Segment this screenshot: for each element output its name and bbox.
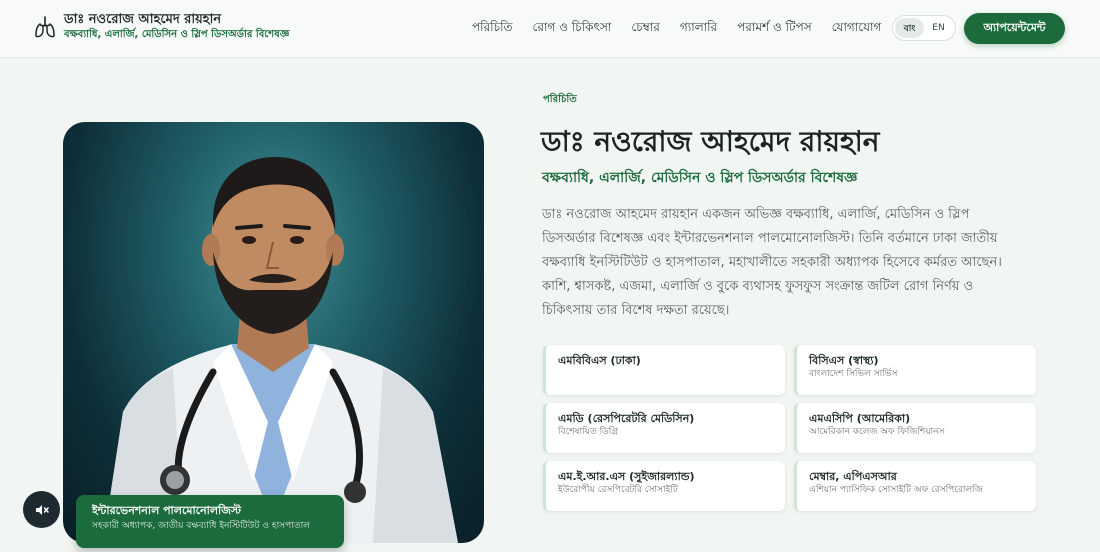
- qualification-card: এমডি (রেসপিরেটরি মেডিসিন) বিশেষায়িত ডিগ…: [543, 403, 785, 453]
- section-eyebrow: পরিচিতি: [543, 94, 577, 105]
- qualification-card: এমএসিপি (আমেরিকা) আমেরিকান কলেজ অফ ফিজিশ…: [794, 403, 1036, 453]
- qualification-title: এমডি (রেসপিরেটরি মেডিসিন): [558, 412, 695, 425]
- main-nav: পরিচিতি রোগ ও চিকিৎসা চেম্বার গ্যালারি প…: [472, 19, 901, 39]
- lang-bangla-button[interactable]: বাং: [895, 18, 924, 38]
- qualification-card: বিসিএস (স্বাস্থ্য) বাংলাদেশ সিভিল সার্ভি…: [794, 345, 1036, 395]
- badge-title: ইন্টারভেনশনাল পালমোনোলজিস্ট: [92, 504, 242, 517]
- doctor-bio: ডাঃ নওরোজ আহমেদ রায়হান একজন অভিজ্ঞ বক্ষ…: [542, 207, 1002, 318]
- qualification-title: এমএসিপি (আমেরিকা): [809, 412, 911, 425]
- qualification-subtitle: বিশেষায়িত ডিগ্রি: [558, 427, 619, 437]
- doctor-name: ডাঃ নওরোজ আহমেদ রায়হান: [541, 125, 880, 158]
- specialty-badge: ইন্টারভেনশনাল পালমোনোলজিস্ট সহকারী অধ্যা…: [76, 495, 344, 548]
- qualification-title: এমবিবিএস (ঢাকা): [558, 354, 641, 367]
- site-header: ডাঃ নওরোজ আহমেদ রায়হান বক্ষব্যাধি, এলার…: [0, 0, 1100, 58]
- nav-item-tips[interactable]: পরামর্শ ও টিপস: [737, 19, 812, 39]
- qualification-title: মেম্বার, এপিএসআর: [809, 470, 897, 483]
- nav-item-gallery[interactable]: গ্যালারি: [680, 19, 717, 39]
- qualification-subtitle: আমেরিকান কলেজ অফ ফিজিশিয়ানস: [809, 427, 945, 437]
- qualification-subtitle: বাংলাদেশ সিভিল সার্ভিস: [809, 369, 898, 379]
- qualification-card: এম.ই.আর.এস (সুইজারল্যান্ড) ইউরোপীয় রেসপ…: [543, 461, 785, 511]
- appointment-button[interactable]: অ্যাপয়েন্টমেন্ট: [964, 13, 1065, 44]
- brand-title: ডাঃ নওরোজ আহমেদ রায়হান: [64, 12, 222, 27]
- nav-item-about[interactable]: পরিচিতি: [472, 19, 513, 39]
- language-toggle: বাং EN: [892, 15, 956, 41]
- doctor-photo: [63, 122, 484, 543]
- doctor-specialty: বক্ষব্যাধি, এলার্জি, মেডিসিন ও স্লিপ ডিস…: [542, 170, 858, 186]
- speaker-muted-icon: [35, 504, 49, 515]
- lungs-icon: [35, 16, 55, 38]
- qualification-subtitle: এশিয়ান প্যাসিফিক সোসাইটি অফ রেসপিরোলজি: [809, 485, 983, 495]
- nav-item-chamber[interactable]: চেম্বার: [631, 19, 660, 39]
- qualification-title: এম.ই.আর.এস (সুইজারল্যান্ড): [558, 470, 695, 483]
- lang-english-button[interactable]: EN: [924, 18, 953, 38]
- qualification-card: মেম্বার, এপিএসআর এশিয়ান প্যাসিফিক সোসাই…: [794, 461, 1036, 511]
- qualification-card: এমবিবিএস (ঢাকা): [543, 345, 785, 395]
- qualification-subtitle: ইউরোপীয় রেসপিরেটরি সোসাইটি: [558, 485, 678, 495]
- brand[interactable]: ডাঃ নওরোজ আহমেদ রায়হান বক্ষব্যাধি, এলার…: [32, 12, 289, 42]
- mute-button[interactable]: [23, 491, 60, 528]
- badge-subtitle: সহকারী অধ্যাপক, জাতীয় বক্ষব্যাধি ইনস্টি…: [92, 521, 310, 531]
- nav-item-diseases[interactable]: রোগ ও চিকিৎসা: [533, 19, 612, 39]
- nav-item-contact[interactable]: যোগাযোগ: [832, 19, 882, 39]
- brand-subtitle: বক্ষব্যাধি, এলার্জি, মেডিসিন ও স্লিপ ডিস…: [64, 29, 290, 40]
- qualification-title: বিসিএস (স্বাস্থ্য): [809, 354, 879, 367]
